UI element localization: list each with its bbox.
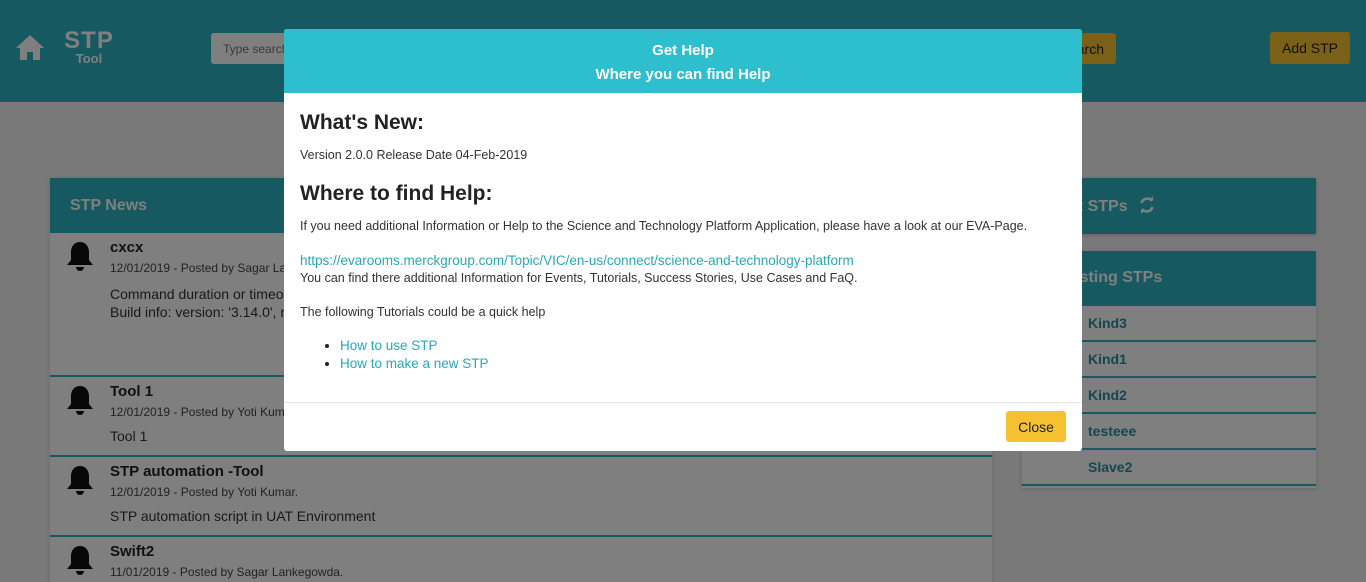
tutorial-link[interactable]: How to make a new STP (340, 356, 489, 371)
modal-header: Get Help Where you can find Help (284, 29, 1082, 93)
tutorials-list: How to use STP How to make a new STP (340, 337, 1066, 373)
eva-page-link[interactable]: https://evarooms.merckgroup.com/Topic/VI… (300, 253, 854, 268)
modal-title: Get Help (652, 42, 714, 59)
version-text: Version 2.0.0 Release Date 04-Feb-2019 (300, 148, 528, 162)
modal-body: What's New: Version 2.0.0 Release Date 0… (284, 93, 1082, 403)
modal-subtitle: Where you can find Help (595, 66, 771, 83)
tutorials-intro-text: The following Tutorials could be a quick… (300, 305, 546, 319)
help-modal: Get Help Where you can find Help What's … (284, 29, 1082, 451)
tutorial-link[interactable]: How to use STP (340, 338, 438, 353)
where-to-find-help-heading: Where to find Help: (300, 182, 493, 205)
help-intro-text: If you need additional Information or He… (300, 219, 1028, 233)
modal-footer: Close (284, 402, 1082, 451)
help-more-text: You can find there additional Informatio… (300, 271, 858, 285)
close-button[interactable]: Close (1006, 411, 1066, 442)
whats-new-heading: What's New: (300, 111, 425, 134)
